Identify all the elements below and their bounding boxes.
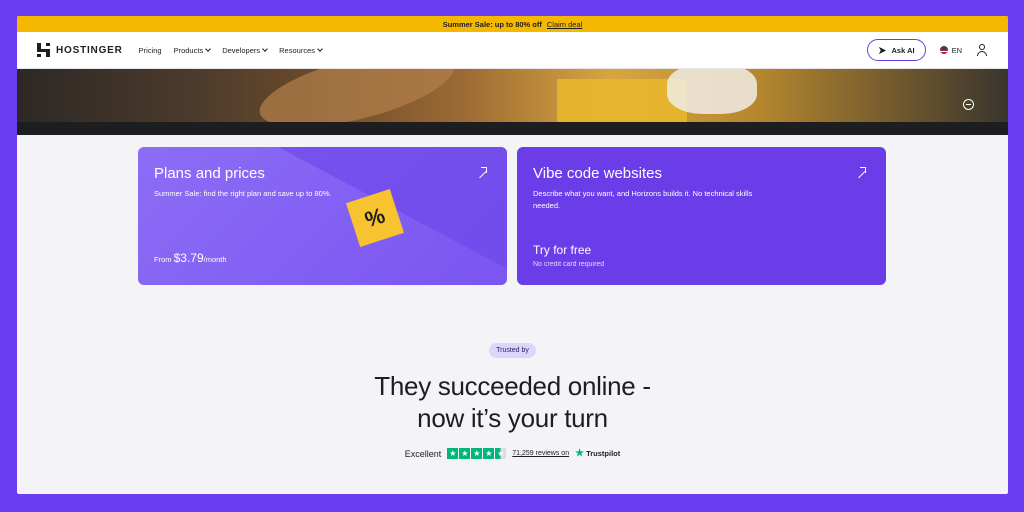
promo-text: Summer Sale: up to 80% off bbox=[442, 19, 542, 29]
vibe-code-card[interactable]: Vibe code websites Describe what you wan… bbox=[517, 147, 886, 285]
star-icon: ★ bbox=[471, 448, 483, 459]
browser-page: Summer Sale: up to 80% off Claim deal HO… bbox=[17, 16, 1008, 494]
language-label: EN bbox=[951, 45, 962, 55]
hero-video bbox=[17, 69, 1008, 135]
promo-bar: Summer Sale: up to 80% off Claim deal bbox=[17, 16, 1008, 32]
sparkle-icon bbox=[878, 46, 886, 54]
claim-deal-link[interactable]: Claim deal bbox=[547, 20, 582, 29]
headline-line-1: They succeeded online - bbox=[374, 371, 651, 401]
star-half-icon: ★ bbox=[495, 448, 507, 459]
chevron-down-icon bbox=[262, 46, 268, 52]
trusted-by-badge: Trusted by bbox=[489, 343, 536, 358]
language-selector[interactable]: EN bbox=[939, 45, 962, 55]
hostinger-logo-icon bbox=[37, 43, 50, 57]
no-credit-card-note: No credit card required bbox=[533, 261, 605, 268]
trustpilot-rating: Excellent ★ ★ ★ ★ ★ 71,259 reviews on ★ … bbox=[17, 448, 1008, 459]
trustpilot-label: Trustpilot bbox=[586, 449, 621, 458]
star-icon: ★ bbox=[459, 448, 471, 459]
card-description: Describe what you want, and Horizons bui… bbox=[533, 189, 753, 210]
trustpilot-logo[interactable]: ★ Trustpilot bbox=[575, 448, 620, 459]
user-icon[interactable] bbox=[976, 44, 988, 56]
hostinger-logo[interactable]: HOSTINGER bbox=[37, 43, 123, 57]
logo-text: HOSTINGER bbox=[56, 44, 123, 56]
star-icon: ★ bbox=[447, 448, 459, 459]
nav-right: Ask AI EN bbox=[866, 39, 989, 61]
us-flag-icon bbox=[939, 46, 948, 54]
pause-video-button[interactable] bbox=[963, 99, 974, 110]
nav-products-label: Products bbox=[173, 45, 204, 55]
feature-cards: Plans and prices Summer Sale: find the r… bbox=[138, 147, 886, 285]
rating-stars: ★ ★ ★ ★ ★ bbox=[447, 448, 507, 459]
section-headline: They succeeded online - now it’s your tu… bbox=[17, 370, 1008, 434]
nav-products[interactable]: Products bbox=[173, 45, 212, 55]
star-icon: ★ bbox=[483, 448, 495, 459]
nav-pricing-label: Pricing bbox=[138, 45, 162, 55]
arrow-up-right-icon bbox=[478, 167, 487, 176]
price-prefix: From bbox=[154, 255, 172, 264]
plans-and-prices-card[interactable]: Plans and prices Summer Sale: find the r… bbox=[138, 147, 507, 285]
card-title: Plans and prices bbox=[154, 165, 265, 182]
nav-links: Pricing Products Developers Resources bbox=[139, 45, 323, 55]
arrow-up-right-icon bbox=[857, 167, 866, 176]
chevron-down-icon bbox=[317, 46, 323, 52]
trustpilot-star-icon: ★ bbox=[575, 448, 585, 459]
nav-developers-label: Developers bbox=[222, 45, 261, 55]
ask-ai-button[interactable]: Ask AI bbox=[866, 39, 926, 61]
starting-price: From $3.79/month bbox=[154, 251, 227, 265]
nav-resources[interactable]: Resources bbox=[279, 45, 323, 55]
nav-resources-label: Resources bbox=[279, 45, 315, 55]
main-navigation: HOSTINGER Pricing Products Developers Re… bbox=[17, 32, 1008, 69]
price-amount: $3.79 bbox=[173, 251, 204, 265]
headline-line-2: now it’s your turn bbox=[417, 403, 608, 433]
reviews-link[interactable]: 71,259 reviews on bbox=[512, 450, 569, 457]
rating-label: Excellent bbox=[404, 448, 442, 459]
chevron-down-icon bbox=[205, 46, 212, 52]
nav-pricing[interactable]: Pricing bbox=[139, 46, 162, 55]
card-title: Vibe code websites bbox=[533, 165, 662, 182]
nav-developers[interactable]: Developers bbox=[222, 45, 268, 55]
trusted-section: Trusted by They succeeded online - now i… bbox=[17, 339, 1008, 459]
price-suffix: /month bbox=[203, 255, 227, 264]
ask-ai-label: Ask AI bbox=[891, 45, 915, 55]
card-description: Summer Sale: find the right plan and sav… bbox=[154, 189, 332, 198]
try-for-free-link[interactable]: Try for free bbox=[533, 243, 591, 257]
